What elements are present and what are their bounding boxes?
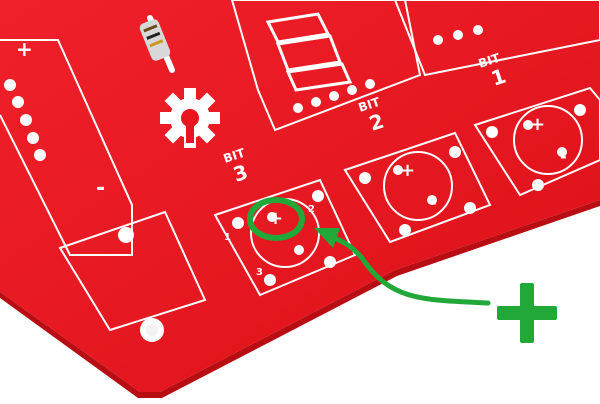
led-plus-label: + bbox=[268, 208, 283, 229]
bit2-minus: - bbox=[430, 193, 437, 212]
photo-frame: + - BIT 3 BIT 2 BIT 1 1 2 3 + - + - + - bbox=[0, 0, 600, 400]
pad3-label: 3 bbox=[256, 267, 263, 278]
pad1-label: 1 bbox=[224, 232, 231, 243]
bit1-minus: - bbox=[560, 147, 567, 166]
pcb-photo: + - BIT 3 BIT 2 BIT 1 1 2 3 + - + - + - bbox=[0, 0, 600, 400]
led-minus-label: - bbox=[296, 241, 303, 260]
gear-icon bbox=[160, 88, 220, 148]
bit2-plus: + bbox=[400, 160, 415, 181]
bit1-plus: + bbox=[530, 114, 545, 135]
mounting-hole bbox=[140, 318, 164, 342]
battery-plus-label: + bbox=[16, 37, 33, 61]
pad2-label: 2 bbox=[308, 204, 315, 215]
battery-minus-label: - bbox=[96, 176, 105, 201]
